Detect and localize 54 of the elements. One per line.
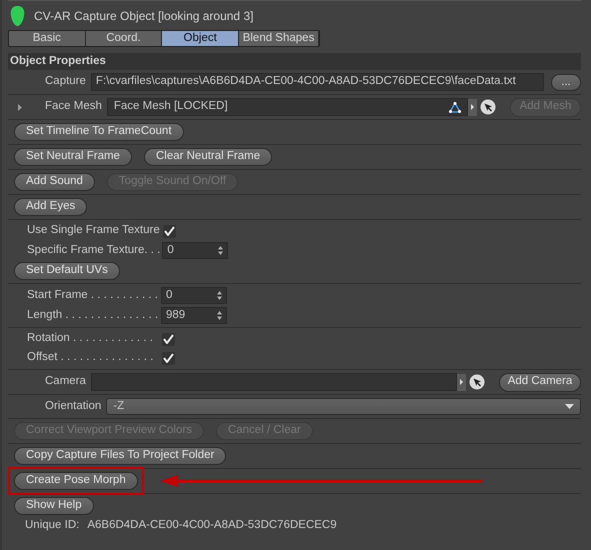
spinner-arrows-icon[interactable] bbox=[218, 246, 224, 255]
field-label: Face Mesh bbox=[45, 99, 102, 114]
action-button[interactable]: Set Neutral Frame bbox=[14, 148, 132, 166]
link-field[interactable]: Face Mesh [LOCKED] bbox=[106, 98, 468, 116]
tab[interactable]: Basic bbox=[9, 31, 86, 46]
unique-id: A6B6D4DA-CE00-4C00-A8AD-53DC76DECEC9 bbox=[87, 518, 337, 533]
dropdown-arrow-icon bbox=[565, 404, 574, 409]
field-label: Use Single Frame Texture bbox=[27, 223, 160, 238]
action-button[interactable]: Add Sound bbox=[14, 173, 95, 191]
field-label: Length . . . . . . . . . . . . . . . bbox=[27, 308, 158, 323]
action-button[interactable]: Set Default UVs bbox=[14, 262, 120, 280]
number-field[interactable]: 0 bbox=[161, 287, 227, 304]
checkmark-icon bbox=[164, 226, 175, 236]
section-header: Object Properties bbox=[8, 53, 581, 70]
action-button[interactable]: Set Timeline To FrameCount bbox=[14, 123, 184, 141]
number-field[interactable]: 0 bbox=[162, 242, 228, 259]
action-button[interactable]: Add Eyes bbox=[14, 198, 88, 216]
spinner-arrows-icon[interactable] bbox=[217, 291, 222, 300]
action-button[interactable]: Show Help bbox=[14, 497, 94, 515]
orientation-dropdown[interactable]: -Z bbox=[106, 398, 581, 415]
pick-cursor-icon[interactable] bbox=[480, 99, 496, 115]
action-button[interactable]: Copy Capture Files To Project Folder bbox=[14, 447, 226, 465]
triangle-arrow-icon bbox=[471, 104, 474, 110]
triangle-arrow-icon bbox=[460, 379, 463, 385]
tab[interactable]: Blend Shapes bbox=[239, 31, 319, 46]
number-field[interactable]: 989 bbox=[161, 307, 227, 324]
path-field[interactable]: F:\cvarfiles\captures\A6B6D4DA-CE00-4C00-A8AD-53DC76DECEC9\faceData.txt bbox=[90, 73, 544, 91]
menu-arrow-button[interactable] bbox=[457, 374, 466, 390]
add-button[interactable]: Add Camera bbox=[499, 372, 581, 392]
field-label: Start Frame . . . . . . . . . . . bbox=[27, 288, 158, 303]
field-label: Orientation bbox=[45, 398, 102, 414]
menu-arrow-button[interactable] bbox=[468, 98, 477, 116]
mesh-icon bbox=[449, 102, 461, 112]
field-label: Offset . . . . . . . . . . . . . . . bbox=[27, 350, 154, 366]
pick-cursor-icon[interactable] bbox=[469, 374, 485, 390]
action-button[interactable]: Clear Neutral Frame bbox=[144, 148, 272, 166]
browse-button[interactable]: ... bbox=[551, 74, 581, 90]
action-button[interactable]: Create Pose Morph bbox=[14, 472, 138, 490]
tab[interactable]: Coord. bbox=[86, 31, 162, 46]
expand-arrow-icon[interactable] bbox=[18, 104, 22, 110]
spinner-arrows-icon[interactable] bbox=[217, 311, 222, 320]
tab[interactable]: Object bbox=[162, 31, 240, 46]
checkbox[interactable] bbox=[162, 332, 175, 346]
checkmark-icon bbox=[163, 334, 174, 344]
checkbox[interactable] bbox=[162, 224, 176, 238]
window-title: CV-AR Capture Object [looking around 3] bbox=[34, 8, 254, 24]
field-label: Capture bbox=[45, 74, 86, 90]
checkbox[interactable] bbox=[162, 352, 175, 364]
field-label: Rotation . . . . . . . . . . . . . bbox=[27, 331, 153, 346]
field-label: Specific Frame Texture. . . bbox=[27, 242, 160, 258]
checkmark-icon bbox=[163, 353, 174, 363]
mask-icon bbox=[10, 6, 25, 26]
field-label: Camera bbox=[45, 374, 86, 390]
field-label: Unique ID: bbox=[25, 518, 80, 533]
